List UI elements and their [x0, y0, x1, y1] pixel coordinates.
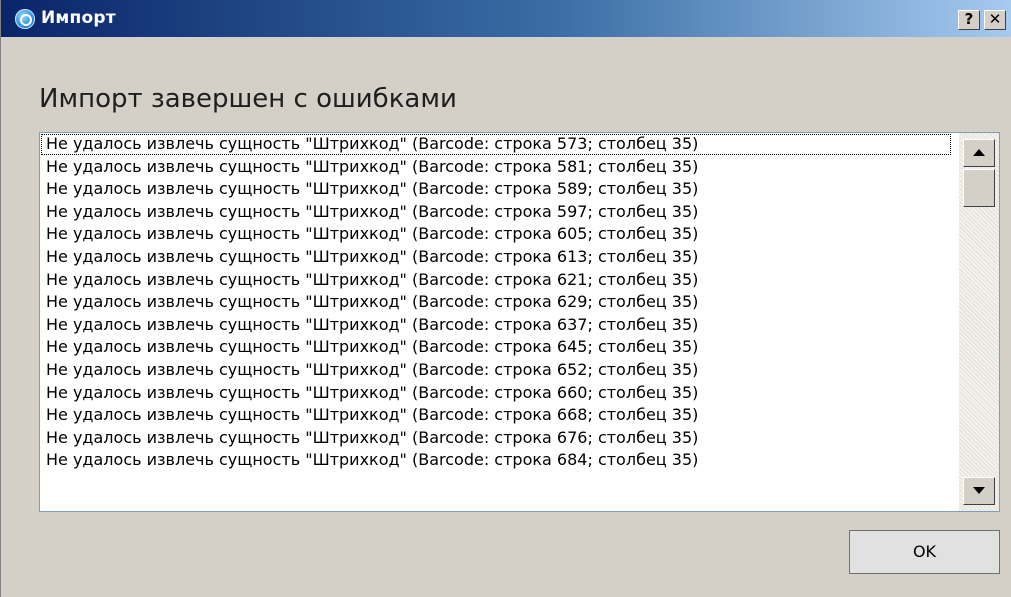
error-listbox[interactable]: Не удалось извлечь сущность "Штрихкод" (… — [39, 132, 1000, 512]
scroll-down-button[interactable] — [963, 477, 995, 505]
scroll-up-button[interactable] — [963, 139, 995, 167]
help-button[interactable]: ? — [958, 10, 980, 30]
close-button[interactable]: ✕ — [984, 10, 1006, 30]
error-list-item[interactable]: Не удалось извлечь сущность "Штрихкод" (… — [40, 359, 958, 382]
error-list: Не удалось извлечь сущность "Штрихкод" (… — [40, 133, 958, 511]
dialog-heading: Импорт завершен с ошибками — [39, 84, 457, 114]
error-list-item[interactable]: Не удалось извлечь сущность "Штрихкод" (… — [40, 133, 952, 156]
error-list-item[interactable]: Не удалось извлечь сущность "Штрихкод" (… — [40, 314, 958, 337]
error-list-item[interactable]: Не удалось извлечь сущность "Штрихкод" (… — [40, 382, 958, 405]
ok-button[interactable]: OK — [849, 530, 1000, 574]
scroll-down-arrow-icon — [973, 487, 985, 494]
error-list-item[interactable]: Не удалось извлечь сущность "Штрихкод" (… — [40, 246, 958, 269]
error-list-item[interactable]: Не удалось извлечь сущность "Штрихкод" (… — [40, 156, 958, 179]
error-list-item[interactable]: Не удалось извлечь сущность "Штрихкод" (… — [40, 449, 958, 472]
error-list-item[interactable]: Не удалось извлечь сущность "Штрихкод" (… — [40, 427, 958, 450]
import-dialog: Импорт ? ✕ Импорт завершен с ошибками Не… — [0, 0, 1011, 597]
error-list-item[interactable]: Не удалось извлечь сущность "Штрихкод" (… — [40, 223, 958, 246]
error-list-item[interactable]: Не удалось извлечь сущность "Штрихкод" (… — [40, 336, 958, 359]
title-bar[interactable]: Импорт ? ✕ — [1, 0, 1011, 37]
scroll-up-arrow-icon — [973, 149, 985, 156]
scrollbar-thumb[interactable] — [963, 169, 995, 207]
vertical-scrollbar[interactable] — [959, 133, 999, 511]
error-list-item[interactable]: Не удалось извлечь сущность "Штрихкод" (… — [40, 291, 958, 314]
error-list-item[interactable]: Не удалось извлечь сущность "Штрихкод" (… — [40, 404, 958, 427]
app-icon — [15, 9, 35, 29]
error-list-item[interactable]: Не удалось извлечь сущность "Штрихкод" (… — [40, 269, 958, 292]
error-list-item[interactable]: Не удалось извлечь сущность "Штрихкод" (… — [40, 201, 958, 224]
window-title: Импорт — [41, 8, 116, 28]
error-list-item[interactable]: Не удалось извлечь сущность "Штрихкод" (… — [40, 178, 958, 201]
